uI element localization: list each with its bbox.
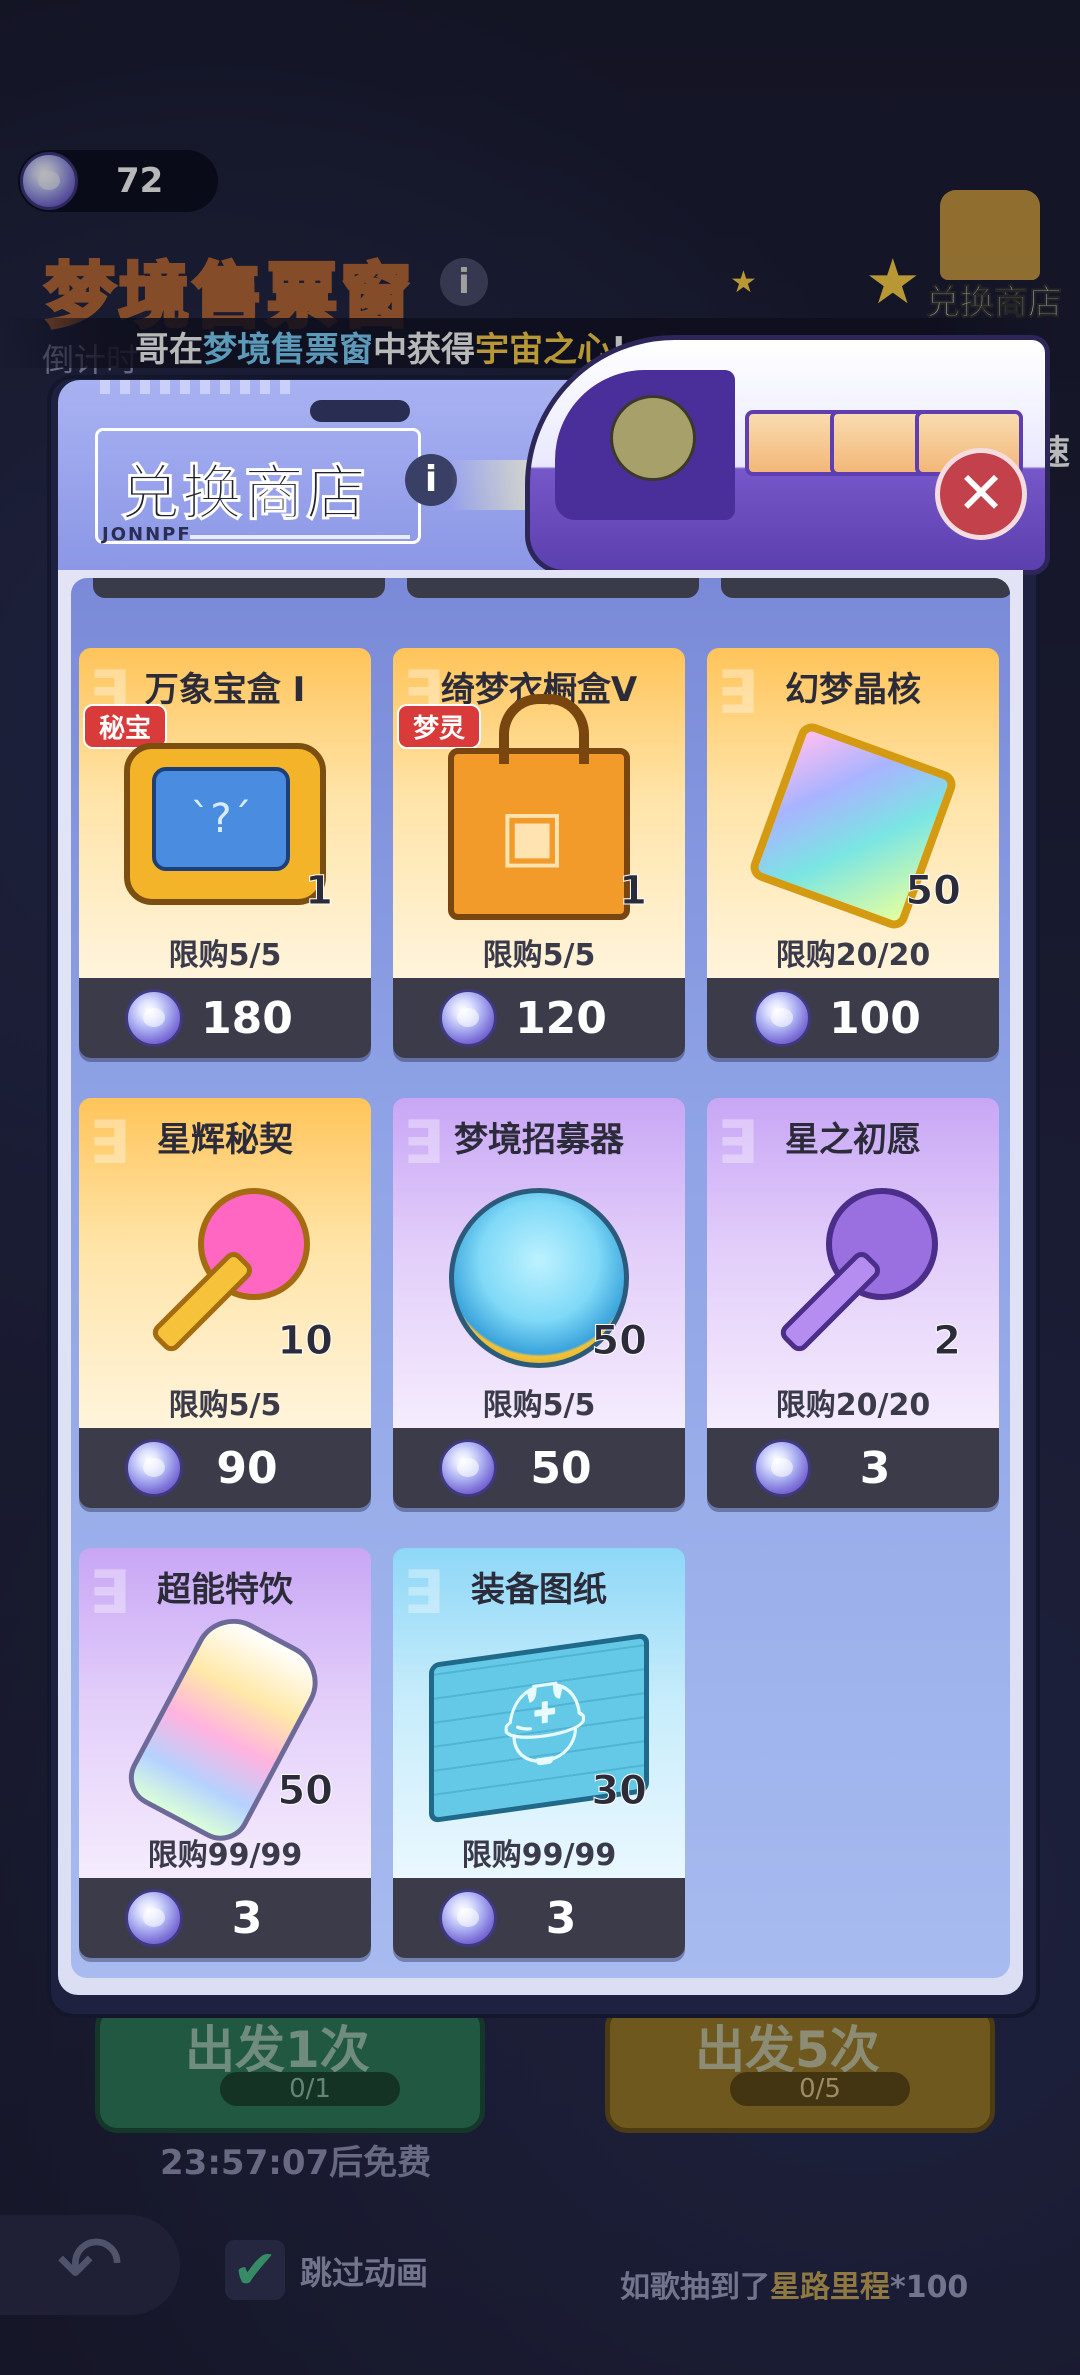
previous-row-card	[721, 578, 1010, 598]
shop-grid[interactable]: ∃ 万象宝盒 I 秘宝 1 限购5/5 180 ∃ 绮梦衣橱盒V 梦灵 1 限购…	[71, 578, 1010, 1978]
purchase-limit: 限购5/5	[168, 938, 282, 973]
item-price: 100	[829, 992, 921, 1044]
item-quantity: 50	[591, 1318, 648, 1365]
shop-panel: ∃ 万象宝盒 I 秘宝 1 限购5/5 180 ∃ 绮梦衣橱盒V 梦灵 1 限购…	[58, 570, 1023, 1995]
dream-coin-icon	[439, 1889, 497, 1947]
item-price: 50	[530, 1442, 592, 1494]
wardrobe-bag-icon	[448, 694, 630, 920]
modal-title: 兑换商店	[120, 459, 368, 530]
item-quantity: 30	[591, 1768, 648, 1815]
item-price: 3	[859, 1442, 891, 1494]
item-quantity: 2	[933, 1318, 962, 1365]
shop-item-card[interactable]: ∃ 星辉秘契 10 限购5/5 90	[79, 1098, 371, 1508]
price-bar[interactable]: 3	[393, 1878, 685, 1958]
header-decoration	[100, 380, 290, 394]
price-bar[interactable]: 90	[79, 1428, 371, 1508]
purchase-limit: 限购20/20	[775, 1388, 931, 1423]
shop-item-card[interactable]: ∃ 星之初愿 2 限购20/20 3	[707, 1098, 999, 1508]
purchase-limit: 限购5/5	[482, 1388, 596, 1423]
price-bar[interactable]: 50	[393, 1428, 685, 1508]
purchase-limit: 限购99/99	[147, 1838, 303, 1873]
price-bar[interactable]: 120	[393, 978, 685, 1058]
previous-row-card	[93, 578, 385, 598]
title-underline	[190, 535, 410, 539]
price-bar[interactable]: 3	[707, 1428, 999, 1508]
item-price: 3	[545, 1892, 577, 1944]
dream-coin-icon	[753, 989, 811, 1047]
dream-coin-icon	[439, 1439, 497, 1497]
shop-item-card[interactable]: ∃ 万象宝盒 I 秘宝 1 限购5/5 180	[79, 648, 371, 1058]
header-notch	[310, 400, 410, 422]
item-quantity: 10	[277, 1318, 334, 1365]
item-quantity: 50	[905, 868, 962, 915]
price-bar[interactable]: 3	[79, 1878, 371, 1958]
energy-drink-icon	[118, 1604, 332, 1852]
title-tag: JONNPF	[102, 524, 192, 545]
dream-coin-icon	[125, 1889, 183, 1947]
shop-item-card[interactable]: ∃ 幻梦晶核 50 限购20/20 100	[707, 648, 999, 1058]
item-price: 180	[201, 992, 293, 1044]
purple-key-icon	[758, 1178, 948, 1368]
price-bar[interactable]: 100	[707, 978, 999, 1058]
item-name: 星之初愿	[785, 1120, 921, 1160]
item-price: 120	[515, 992, 607, 1044]
item-name: 星辉秘契	[157, 1120, 293, 1160]
dream-coin-icon	[125, 1439, 183, 1497]
item-price: 3	[231, 1892, 263, 1944]
treasure-box-icon	[124, 743, 326, 905]
purchase-limit: 限购20/20	[775, 938, 931, 973]
item-badge: 梦灵	[397, 704, 482, 749]
item-name: 超能特饮	[157, 1570, 293, 1610]
purchase-limit: 限购5/5	[482, 938, 596, 973]
item-name: 幻梦晶核	[785, 670, 921, 710]
close-icon: ✕	[956, 459, 1006, 527]
item-price: 90	[216, 1442, 278, 1494]
item-quantity: 50	[277, 1768, 334, 1815]
dream-coin-icon	[753, 1439, 811, 1497]
driver-avatar	[610, 395, 696, 481]
shop-item-card[interactable]: ∃ 超能特饮 50 限购99/99 3	[79, 1548, 371, 1958]
shop-item-card[interactable]: ∃ 装备图纸 30 限购99/99 3	[393, 1548, 685, 1958]
purchase-limit: 限购5/5	[168, 1388, 282, 1423]
shop-item-card[interactable]: ∃ 绮梦衣橱盒V 梦灵 1 限购5/5 120	[393, 648, 685, 1058]
previous-row-card	[407, 578, 699, 598]
item-name: 梦境招募器	[454, 1120, 624, 1160]
purchase-limit: 限购99/99	[461, 1838, 617, 1873]
shop-item-card[interactable]: ∃ 梦境招募器 50 限购5/5 50	[393, 1098, 685, 1508]
item-quantity: 1	[619, 868, 648, 915]
dream-coin-icon	[125, 989, 183, 1047]
close-button[interactable]: ✕	[935, 448, 1027, 540]
dream-coin-icon	[439, 989, 497, 1047]
price-bar[interactable]: 180	[79, 978, 371, 1058]
item-name: 装备图纸	[471, 1570, 607, 1610]
item-quantity: 1	[305, 868, 334, 915]
